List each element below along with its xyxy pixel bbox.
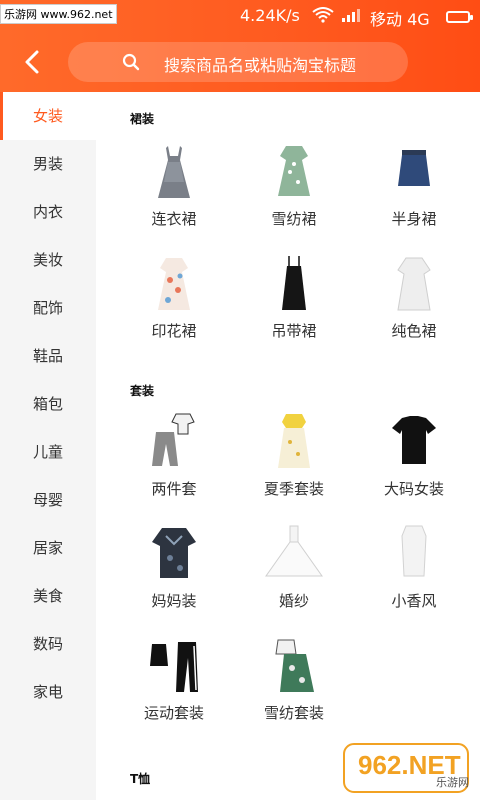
sidebar-item-kids[interactable]: 儿童 (0, 428, 96, 476)
search-icon (122, 53, 140, 71)
sidebar-item-men[interactable]: 男装 (0, 140, 96, 188)
battery-icon (446, 11, 473, 23)
category-item[interactable]: 连衣裙 (114, 142, 234, 242)
sidebar-item-beauty[interactable]: 美妆 (0, 236, 96, 284)
sidebar-item-appliances[interactable]: 家电 (0, 668, 96, 716)
sidebar-item-food[interactable]: 美食 (0, 572, 96, 620)
sidebar-item-underwear[interactable]: 内衣 (0, 188, 96, 236)
category-item[interactable]: 两件套 (114, 412, 234, 512)
category-item[interactable]: 婚纱 (234, 524, 354, 624)
category-item[interactable]: 纯色裙 (354, 254, 474, 354)
category-sidebar: 女装 男装 内衣 美妆 配饰 鞋品 箱包 儿童 母婴 居家 美食 数码 家电 (0, 92, 96, 800)
search-input[interactable]: 搜索商品名或粘贴淘宝标题 (68, 42, 408, 82)
sport-set-icon (150, 642, 198, 692)
signal-icon (342, 9, 360, 22)
two-piece-icon (152, 413, 195, 466)
site-watermark: 乐游网 www.962.net (0, 4, 117, 24)
back-arrow-icon[interactable] (18, 47, 48, 77)
network-speed: 4.24K/s (240, 6, 300, 25)
category-item[interactable]: 妈妈装 (114, 524, 234, 624)
category-item[interactable]: 运动套装 (114, 636, 234, 736)
sidebar-item-accessories[interactable]: 配饰 (0, 284, 96, 332)
wedding-dress-icon (265, 525, 323, 577)
logo-subtext: 乐游网 (436, 776, 469, 789)
category-item[interactable]: 半身裙 (354, 142, 474, 242)
section-title-sets: 套装 (130, 384, 155, 398)
category-item[interactable]: 雪纺裙 (234, 142, 354, 242)
section-title-tshirts: T恤 (130, 772, 151, 786)
header: 乐游网 www.962.net 4.24K/s 移动 4G 搜索商品名或粘贴淘宝… (0, 0, 480, 92)
slip-dress-icon (282, 256, 306, 310)
print-dress-icon (158, 258, 190, 310)
status-bar: 乐游网 www.962.net 4.24K/s 移动 4G (0, 0, 480, 32)
sidebar-item-digital[interactable]: 数码 (0, 620, 96, 668)
skirt-icon (398, 150, 430, 186)
category-item[interactable]: 吊带裙 (234, 254, 354, 354)
category-item[interactable]: 大码女装 (354, 412, 474, 512)
tweed-style-icon (401, 525, 427, 577)
category-item[interactable]: 雪纺套装 (234, 636, 354, 736)
sidebar-item-shoes[interactable]: 鞋品 (0, 332, 96, 380)
chiffon-set-icon (275, 639, 314, 692)
category-item[interactable]: 夏季套装 (234, 412, 354, 512)
category-item[interactable]: 小香风 (354, 524, 474, 624)
sidebar-item-women[interactable]: 女装 (0, 92, 96, 140)
search-placeholder: 搜索商品名或粘贴淘宝标题 (164, 56, 357, 75)
dress-icon (158, 146, 190, 198)
chiffon-dress-icon (278, 146, 310, 196)
category-item[interactable]: 印花裙 (114, 254, 234, 354)
sidebar-item-bags[interactable]: 箱包 (0, 380, 96, 428)
wifi-icon (312, 7, 334, 23)
solid-dress-icon (397, 257, 431, 311)
sidebar-item-home[interactable]: 居家 (0, 524, 96, 572)
section-title-dresses: 裙装 (130, 112, 155, 126)
plus-size-icon (392, 416, 436, 464)
summer-set-icon (278, 414, 310, 468)
site-logo-watermark: 962.NET 乐游网 (343, 743, 469, 793)
carrier-label: 移动 4G (370, 10, 430, 29)
mom-wear-icon (152, 528, 196, 578)
sidebar-item-baby[interactable]: 母婴 (0, 476, 96, 524)
category-content: 裙装 连衣裙 雪纺裙 半身裙 印花裙 吊带裙 纯色裙 套装 两件套 夏季套装 大… (96, 92, 480, 800)
